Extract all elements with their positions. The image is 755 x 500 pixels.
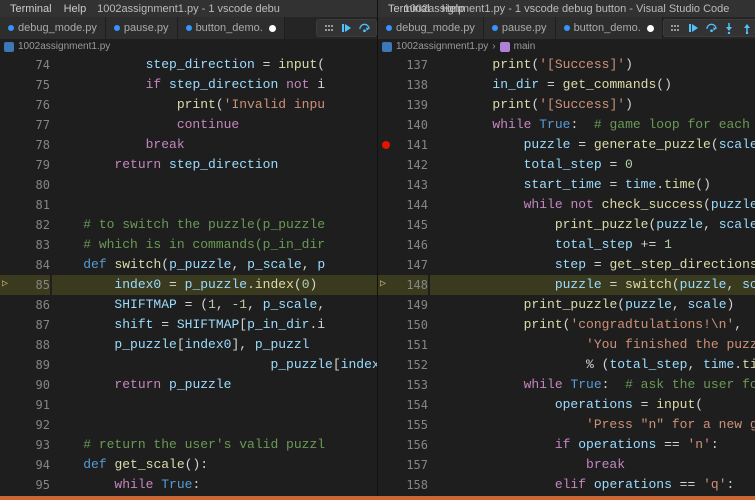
menu-help[interactable]: Help — [58, 3, 93, 15]
unsaved-icon — [269, 25, 276, 32]
breadcrumb-file: 1002assignment1.py — [396, 41, 488, 52]
modified-dot-icon — [492, 25, 498, 31]
code-area[interactable]: step_direction = input( if step_directio… — [52, 55, 377, 500]
modified-dot-icon — [186, 25, 192, 31]
tabstrip-right: debug_mode.py pause.py button_demo. — [378, 17, 755, 39]
tab-debug-mode[interactable]: debug_mode.py — [0, 17, 106, 39]
breadcrumbs-left[interactable]: 1002assignment1.py — [0, 39, 377, 55]
breakpoint-icon[interactable] — [382, 141, 390, 149]
editor-left[interactable]: ▷ 74757677787980818283848586878889909192… — [0, 55, 377, 500]
step-over-icon[interactable] — [706, 23, 717, 34]
debug-toolbar — [663, 19, 755, 37]
grip-icon[interactable] — [323, 23, 334, 34]
code-area[interactable]: print('[Success]') in_dir = get_commands… — [430, 55, 755, 500]
tab-pause[interactable]: pause.py — [484, 17, 556, 39]
split-view: Terminal Help 1002assignment1.py - 1 vsc… — [0, 0, 755, 500]
continue-icon[interactable] — [341, 23, 352, 34]
glyph-margin[interactable]: ▷ — [0, 55, 16, 500]
grip-icon[interactable] — [670, 23, 681, 34]
modified-dot-icon — [8, 25, 14, 31]
tab-pause[interactable]: pause.py — [106, 17, 178, 39]
tabstrip-left: debug_mode.py pause.py button_demo. — [0, 17, 377, 39]
menu-terminal[interactable]: Terminal — [382, 3, 436, 15]
titlebar-left: 1002assignment1.py - 1 vscode debu — [97, 3, 280, 15]
modified-dot-icon — [564, 25, 570, 31]
tab-label: pause.py — [124, 22, 169, 34]
tab-label: debug_mode.py — [18, 22, 97, 34]
file-icon — [382, 42, 392, 52]
debug-toolbar — [316, 19, 377, 37]
continue-icon[interactable] — [688, 23, 699, 34]
breadcrumbs-right[interactable]: 1002assignment1.py › main — [378, 39, 755, 55]
step-out-icon[interactable] — [742, 23, 753, 34]
tab-label: button_demo. — [574, 22, 641, 34]
right-pane: Terminal Help 1002assignment1.py - 1 vsc… — [377, 0, 755, 500]
tab-debug-mode[interactable]: debug_mode.py — [378, 17, 484, 39]
menubar-left: Terminal Help 1002assignment1.py - 1 vsc… — [0, 0, 377, 17]
editor-right[interactable]: ▷ 13713813914014114214314414514614714814… — [378, 55, 755, 500]
step-into-icon[interactable] — [724, 23, 735, 34]
tab-button-demo[interactable]: button_demo. — [178, 17, 285, 39]
tab-button-demo[interactable]: button_demo. — [556, 17, 663, 39]
modified-dot-icon — [386, 25, 392, 31]
glyph-margin[interactable]: ▷ — [378, 55, 394, 500]
chevron-right-icon: › — [492, 41, 495, 52]
menu-terminal[interactable]: Terminal — [4, 3, 58, 15]
menubar-right: Terminal Help 1002assignment1.py - 1 vsc… — [378, 0, 755, 17]
menu-help[interactable]: Help — [436, 3, 471, 15]
breadcrumb-file: 1002assignment1.py — [18, 41, 110, 52]
step-over-icon[interactable] — [359, 23, 370, 34]
status-bar[interactable] — [0, 496, 755, 500]
tab-label: debug_mode.py — [396, 22, 475, 34]
left-pane: Terminal Help 1002assignment1.py - 1 vsc… — [0, 0, 377, 500]
tab-label: pause.py — [502, 22, 547, 34]
gutter: 7475767778798081828384858687888990919293… — [16, 55, 52, 500]
breadcrumb-symbol: main — [514, 41, 536, 52]
gutter: 1371381391401411421431441451461471481491… — [394, 55, 430, 500]
modified-dot-icon — [114, 25, 120, 31]
file-icon — [4, 42, 14, 52]
unsaved-icon — [647, 25, 654, 32]
symbol-function-icon — [500, 42, 510, 52]
tab-label: button_demo. — [196, 22, 263, 34]
